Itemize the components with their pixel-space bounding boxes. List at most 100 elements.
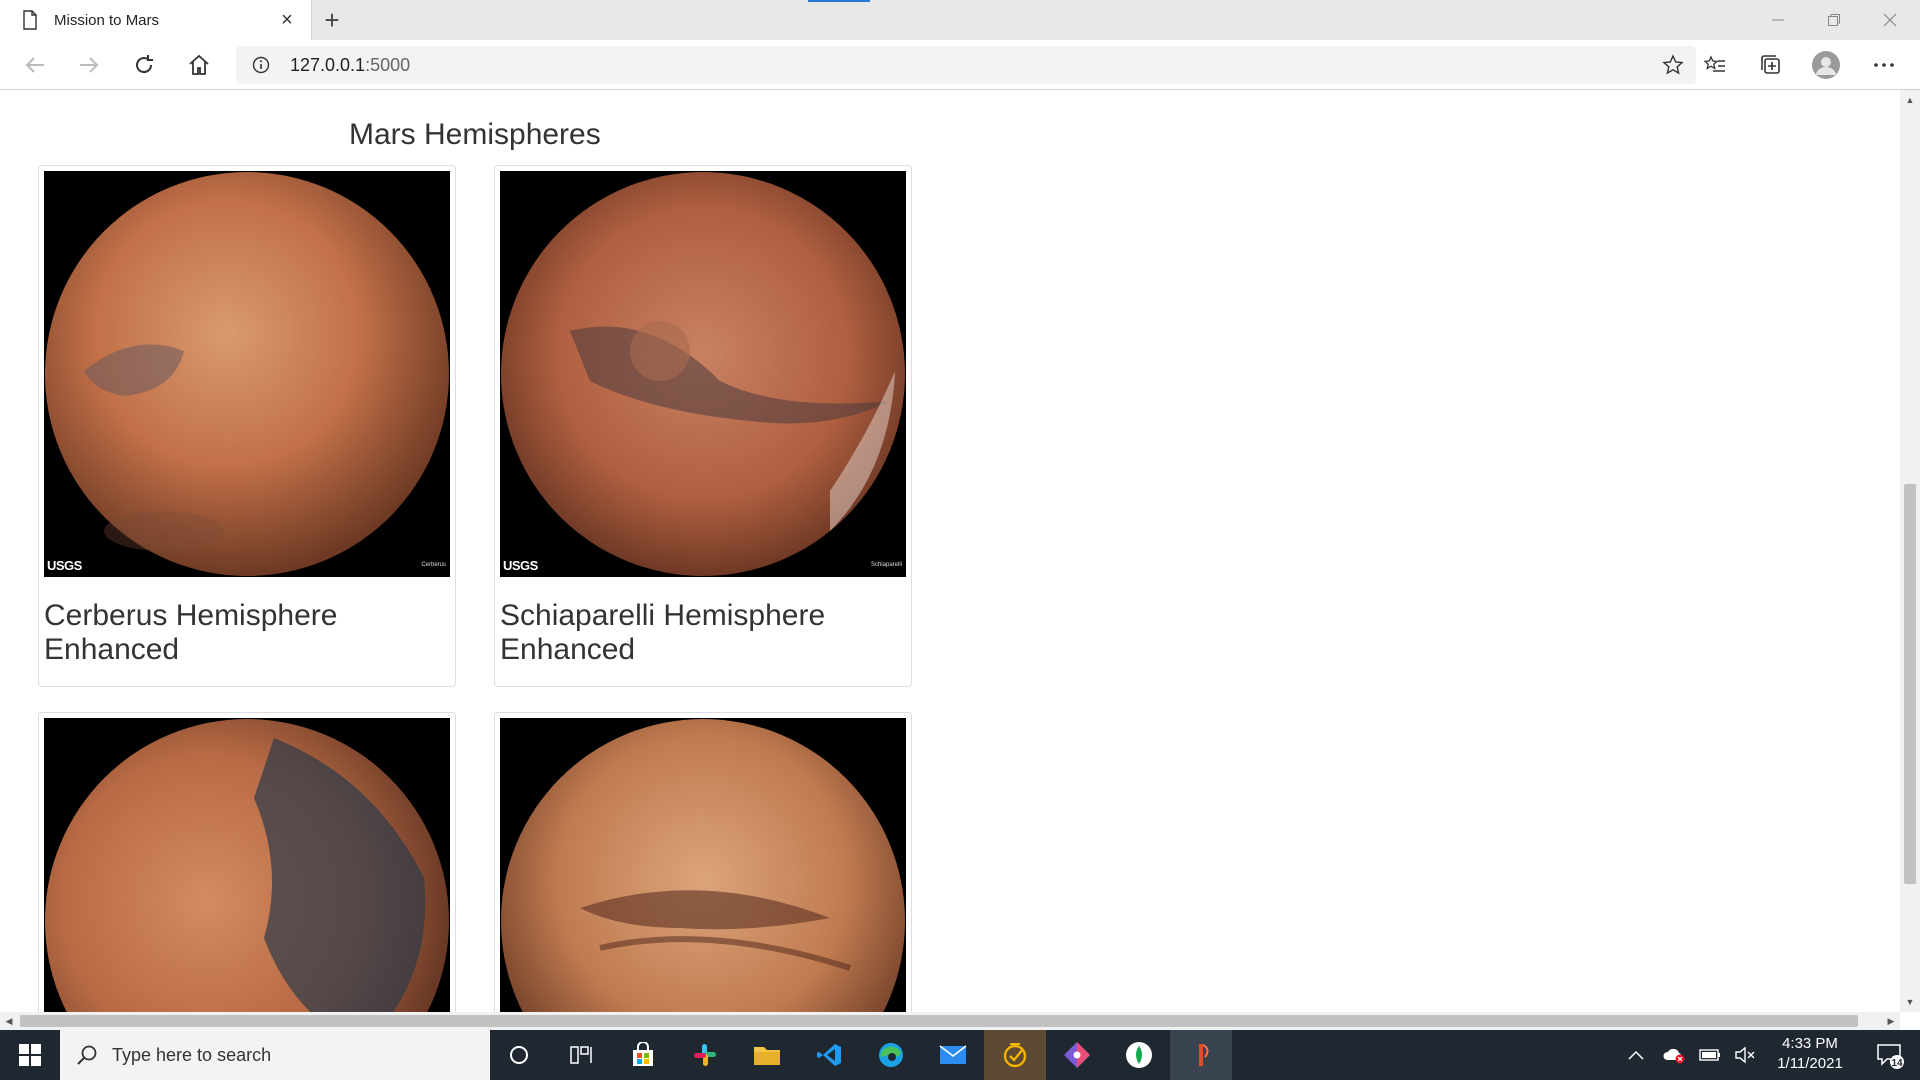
- document-icon: [23, 10, 37, 30]
- start-button[interactable]: [0, 1030, 60, 1080]
- browser-titlebar: Mission to Mars × +: [0, 0, 1920, 40]
- browser-tab[interactable]: Mission to Mars ×: [0, 0, 312, 40]
- arrow-left-icon: [25, 57, 44, 73]
- cloud-error-icon: [1663, 1048, 1685, 1064]
- mars-globe-image: [45, 172, 449, 576]
- hemisphere-card[interactable]: USGS Cerberus Cerberus Hemisphere Enhanc…: [38, 165, 456, 687]
- hemisphere-card[interactable]: [494, 712, 912, 1012]
- chevron-up-icon: [1628, 1050, 1644, 1060]
- search-icon: [77, 1045, 97, 1065]
- edge-icon: [879, 1043, 903, 1067]
- profile-button[interactable]: [1808, 47, 1844, 83]
- page-viewport: Mars Hemispheres USGS Cerberus Cerberus …: [0, 90, 1900, 1012]
- home-button[interactable]: [181, 47, 217, 83]
- horizontal-scrollbar[interactable]: ◀ ▶: [0, 1012, 1900, 1030]
- minimize-icon: [1772, 19, 1784, 21]
- vertical-scroll-thumb[interactable]: [1904, 484, 1916, 884]
- usgs-logo: USGS: [47, 558, 82, 573]
- refresh-icon: [136, 55, 153, 74]
- vscode-icon: [817, 1044, 841, 1066]
- mars-globe-image: [45, 719, 449, 1012]
- url-text[interactable]: 127.0.0.1:5000: [290, 55, 410, 76]
- leaf-icon: [1126, 1042, 1152, 1068]
- drag-indicator: [808, 0, 870, 2]
- star-icon[interactable]: [1662, 54, 1684, 76]
- notification-badge: 14: [1891, 1058, 1903, 1069]
- slack-app[interactable]: [674, 1030, 736, 1080]
- task-view-icon: [570, 1046, 592, 1064]
- diamond-icon: [1064, 1042, 1090, 1068]
- forward-button[interactable]: [71, 47, 107, 83]
- image-caption: Cerberus: [421, 562, 446, 568]
- address-bar[interactable]: 127.0.0.1:5000: [236, 46, 1696, 84]
- restore-button[interactable]: [1806, 0, 1862, 40]
- arrow-right-icon: [80, 57, 99, 73]
- back-button[interactable]: [17, 47, 53, 83]
- hemisphere-title: Schiaparelli Hemisphere Enhanced: [500, 599, 826, 666]
- slack-icon: [694, 1044, 716, 1066]
- jupyter-icon: [1199, 1044, 1209, 1066]
- hemisphere-image[interactable]: [44, 718, 450, 1012]
- hemisphere-card[interactable]: [38, 712, 456, 1012]
- store-icon: [633, 1042, 653, 1066]
- checkmark-clock-icon: [1003, 1043, 1027, 1068]
- close-window-button[interactable]: [1862, 0, 1918, 40]
- favorites-button[interactable]: [1697, 47, 1733, 83]
- avatar-icon: [1812, 51, 1840, 79]
- volume-control[interactable]: [1728, 1030, 1762, 1080]
- restore-icon: [1828, 14, 1840, 26]
- search-placeholder: Type here to search: [112, 1044, 272, 1065]
- hemisphere-image[interactable]: USGS Cerberus: [44, 171, 450, 577]
- section-title: Mars Hemispheres: [349, 118, 601, 151]
- scroll-left-icon[interactable]: ◀: [0, 1012, 18, 1030]
- refresh-button[interactable]: [126, 47, 162, 83]
- collections-button[interactable]: [1753, 47, 1789, 83]
- volume-muted-icon: [1735, 1046, 1755, 1064]
- store-app[interactable]: [612, 1030, 674, 1080]
- hemisphere-image[interactable]: [500, 718, 906, 1012]
- horizontal-scroll-thumb[interactable]: [20, 1015, 1858, 1027]
- cortana-button[interactable]: [488, 1030, 550, 1080]
- jupyter-app[interactable]: [1170, 1030, 1232, 1080]
- clock-time: 4:33 PM: [1782, 1035, 1838, 1052]
- scroll-right-icon[interactable]: ▶: [1882, 1012, 1900, 1030]
- mars-globe-image: [501, 719, 905, 1012]
- taskbar-search[interactable]: Type here to search: [60, 1030, 490, 1080]
- home-icon: [189, 54, 209, 75]
- hemisphere-card[interactable]: USGS Schiaparelli Schiaparelli Hemispher…: [494, 165, 912, 687]
- close-tab-icon[interactable]: ×: [275, 8, 299, 32]
- show-hidden-icons[interactable]: [1616, 1030, 1656, 1080]
- new-tab-button[interactable]: +: [316, 4, 348, 36]
- hemisphere-image[interactable]: USGS Schiaparelli: [500, 171, 906, 577]
- mars-globe-image: [501, 172, 905, 576]
- battery-status[interactable]: [1692, 1030, 1728, 1080]
- favorites-list-icon: [1703, 55, 1725, 72]
- tab-title: Mission to Mars: [54, 11, 160, 29]
- windows-logo-icon: [19, 1044, 41, 1066]
- mongodb-app[interactable]: [1108, 1030, 1170, 1080]
- onedrive-status[interactable]: [1656, 1030, 1692, 1080]
- mail-app[interactable]: [922, 1030, 984, 1080]
- system-clock[interactable]: 4:33 PM 1/11/2021: [1760, 1034, 1860, 1074]
- clock-date: 1/11/2021: [1777, 1055, 1843, 1072]
- git-app[interactable]: [1046, 1030, 1108, 1080]
- todo-app[interactable]: [984, 1030, 1046, 1080]
- windows-taskbar: Type here to search 4:33 PM 1/11/2021 14: [0, 1030, 1920, 1080]
- more-icon: [1874, 63, 1894, 67]
- vertical-scrollbar[interactable]: ▲ ▼: [1900, 90, 1920, 1012]
- vscode-app[interactable]: [798, 1030, 860, 1080]
- file-explorer-app[interactable]: [736, 1030, 798, 1080]
- battery-icon: [1699, 1049, 1720, 1061]
- task-view-button[interactable]: [550, 1030, 612, 1080]
- minimize-button[interactable]: [1750, 0, 1806, 40]
- scroll-up-icon[interactable]: ▲: [1900, 90, 1920, 110]
- action-center-button[interactable]: 14: [1866, 1030, 1914, 1080]
- more-menu-button[interactable]: [1866, 47, 1902, 83]
- scroll-down-icon[interactable]: ▼: [1900, 992, 1920, 1012]
- folder-icon: [754, 1047, 780, 1065]
- info-icon[interactable]: [252, 56, 270, 74]
- image-caption: Schiaparelli: [870, 562, 902, 568]
- close-icon: [1883, 13, 1897, 27]
- mail-icon: [939, 1045, 967, 1064]
- edge-app[interactable]: [860, 1030, 922, 1080]
